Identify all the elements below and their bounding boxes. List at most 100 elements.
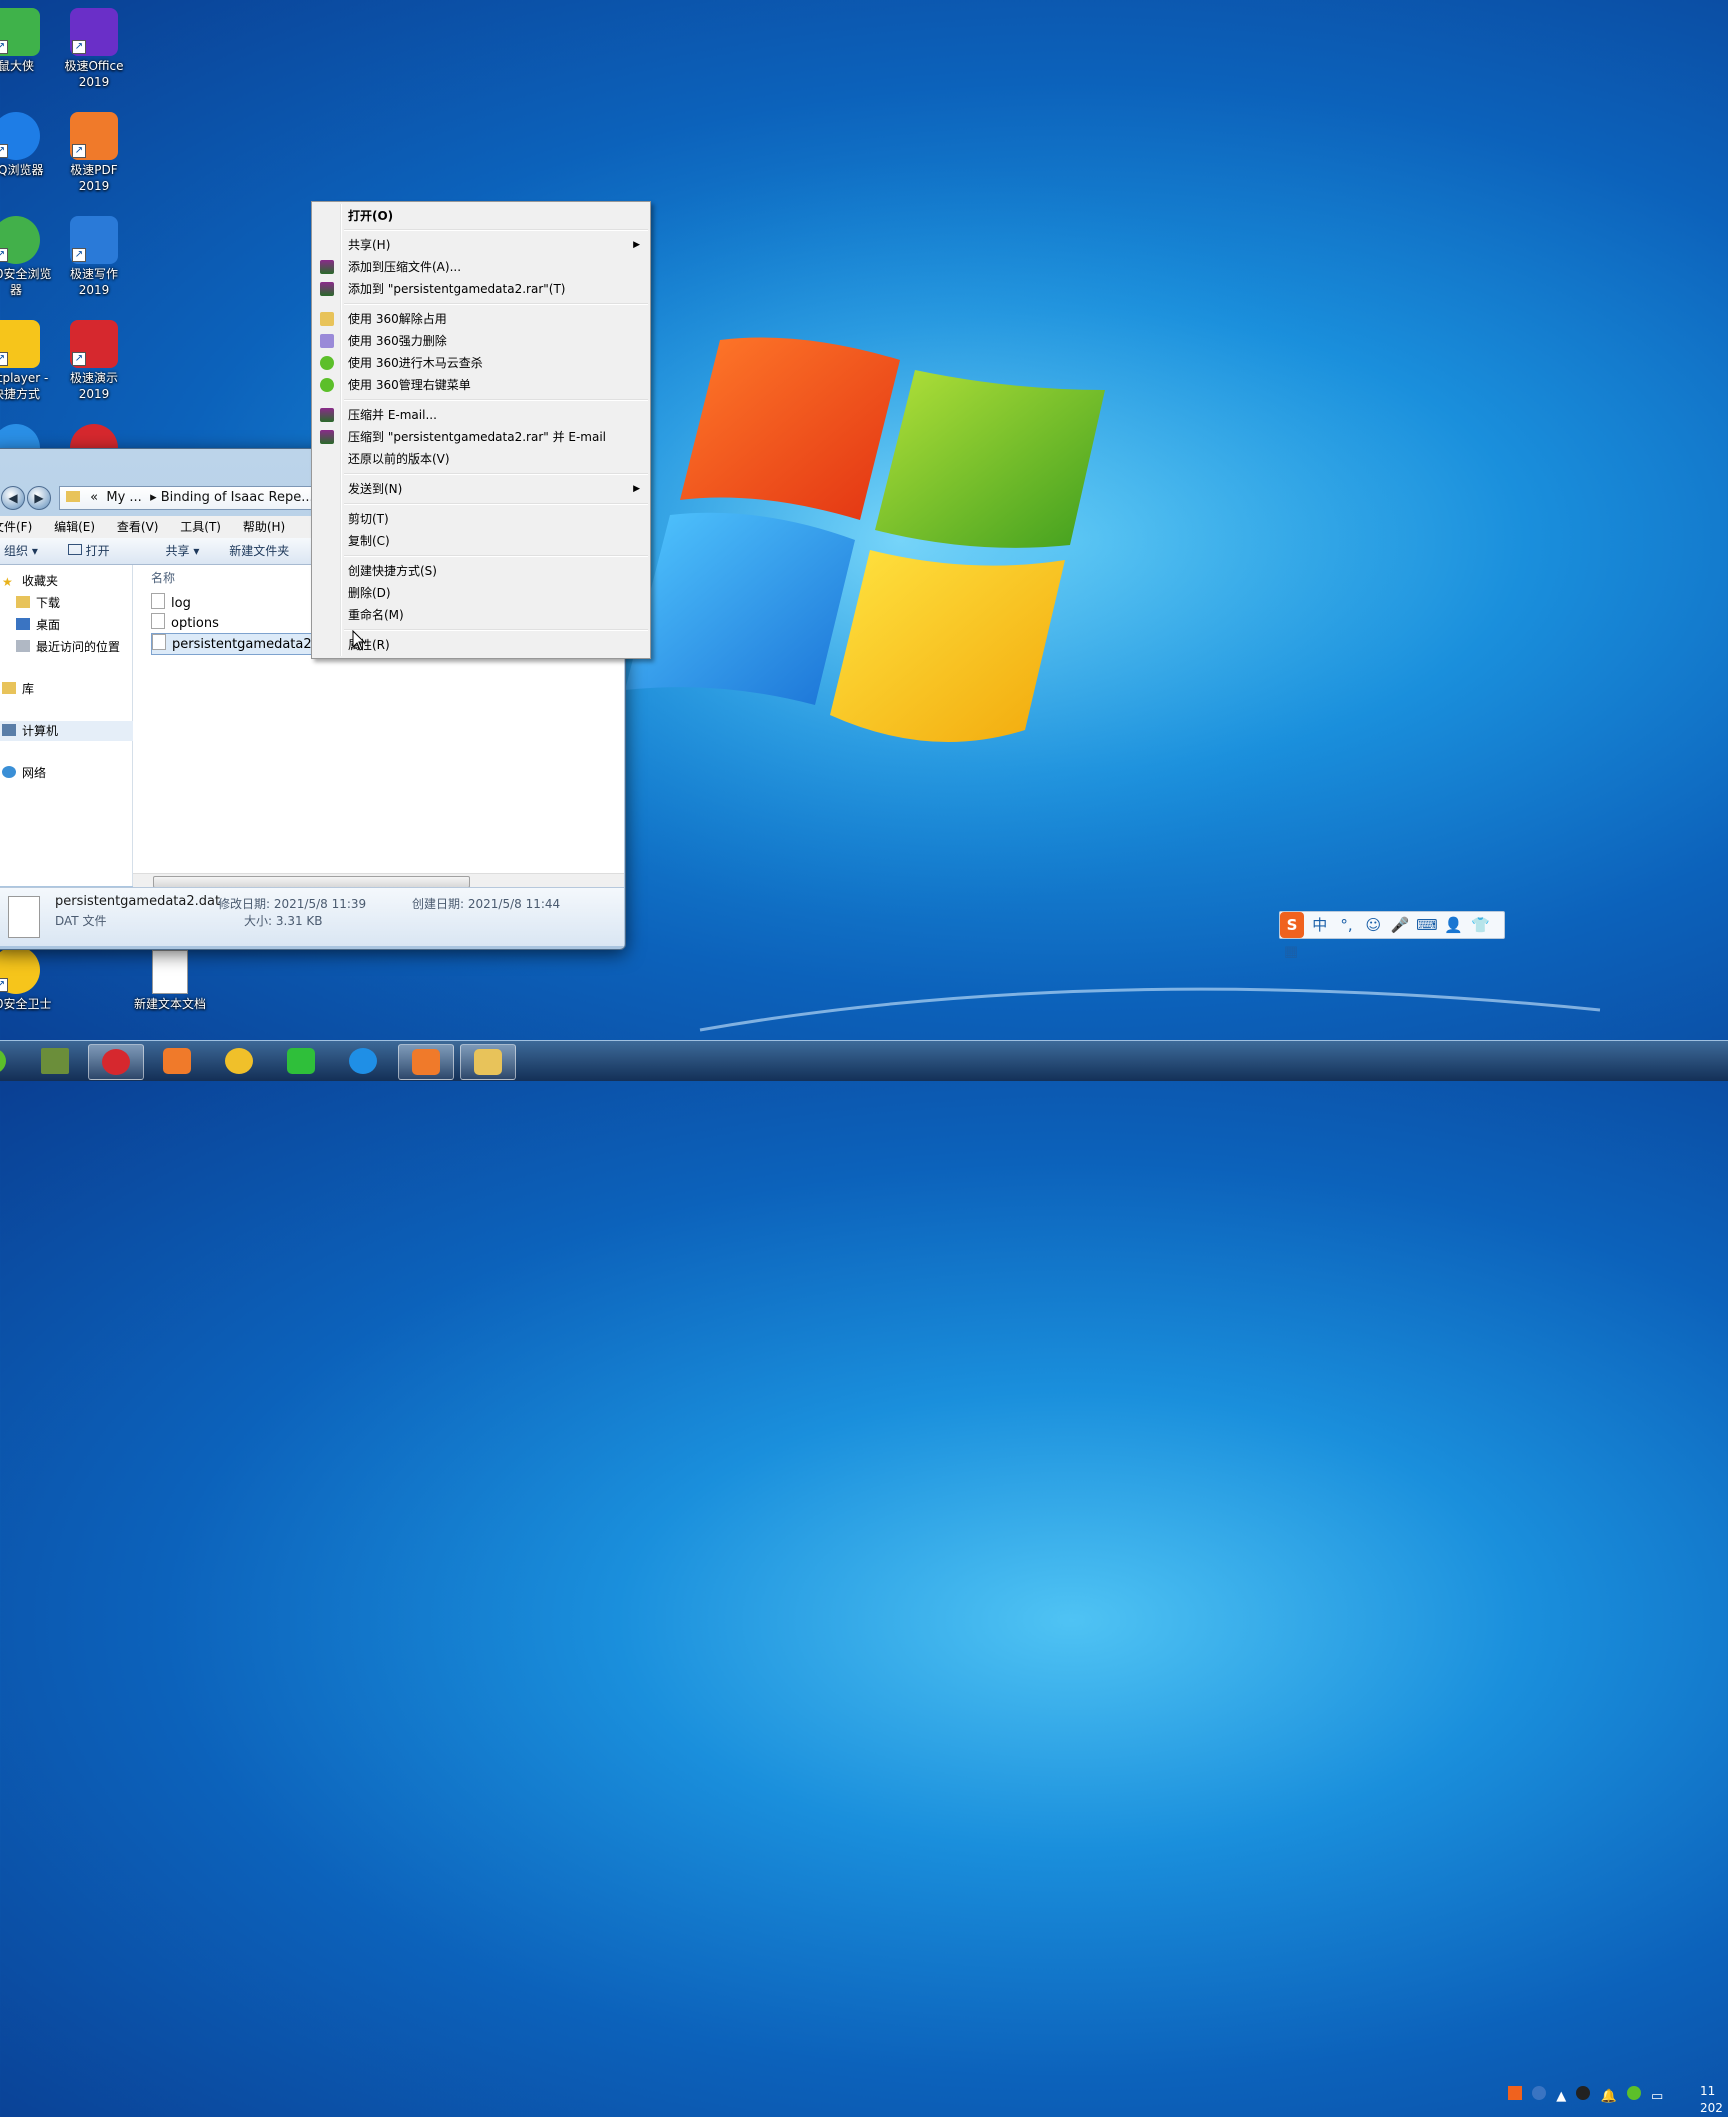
menu-separator	[344, 229, 648, 231]
iqiyi-icon	[287, 1048, 315, 1074]
details-size: 大小: 3.31 KB	[244, 914, 323, 928]
nav-computer[interactable]: 计算机	[0, 721, 136, 741]
sogou-logo-icon[interactable]: S	[1280, 912, 1304, 938]
menu-edit[interactable]: 编辑(E)	[54, 520, 95, 534]
menu-item-compress-email[interactable]: 压缩并 E-mail...	[314, 404, 648, 426]
file-row[interactable]: log	[151, 593, 191, 613]
office-icon: ↗	[70, 8, 118, 56]
file-row-selected[interactable]: persistentgamedata2.dat	[151, 633, 313, 655]
menu-item-360-force-delete[interactable]: 使用 360强力删除	[314, 330, 648, 352]
explorer-folder-icon	[474, 1049, 502, 1075]
ime-voice-icon[interactable]: 🎤	[1389, 912, 1411, 938]
network-tray-icon[interactable]: ▭	[1651, 2089, 1663, 2104]
360-scan-icon	[320, 356, 334, 370]
ime-user-icon[interactable]: 👤	[1443, 912, 1465, 938]
menu-item-send-to[interactable]: 发送到(N) ▶	[314, 478, 648, 500]
360-tray-icon[interactable]	[1626, 2086, 1641, 2100]
nav-favorites[interactable]: ★ 收藏夹	[2, 571, 58, 591]
menu-file[interactable]: 文件(F)	[0, 520, 32, 534]
menu-item-360-manage-menu[interactable]: 使用 360管理右键菜单	[314, 374, 648, 396]
menu-item-open[interactable]: 打开(O)	[314, 205, 648, 227]
ime-punctuation-toggle[interactable]: °,	[1336, 912, 1358, 938]
back-button[interactable]: ◀	[1, 486, 25, 510]
file-row[interactable]: options	[151, 613, 219, 633]
menu-item-delete[interactable]: 删除(D)	[314, 582, 648, 604]
organize-button[interactable]: 组织 ▾	[4, 544, 38, 558]
ime-toolbar: S 中 °, ☺ 🎤 ⌨ 👤 👕 ▦	[1279, 911, 1505, 960]
mouse-hero-icon: ↗	[0, 8, 40, 56]
ime-toolbox-icon[interactable]: ▦	[1280, 938, 1302, 964]
settings-file-icon	[151, 613, 165, 629]
desktop-icon-office[interactable]: ↗ 极速Office 2019	[56, 8, 132, 90]
menu-view[interactable]: 查看(V)	[117, 520, 159, 534]
menu-help[interactable]: 帮助(H)	[243, 520, 285, 534]
360-browser-icon: ↗	[0, 216, 40, 264]
menu-item-add-rar[interactable]: 添加到 "persistentgamedata2.rar"(T)	[314, 278, 648, 300]
details-modified: 修改日期: 2021/5/8 11:39	[218, 897, 367, 911]
menu-item-share[interactable]: 共享(H) ▶	[314, 234, 648, 256]
menu-item-rename[interactable]: 重命名(M)	[314, 604, 648, 626]
nav-desktop[interactable]: 桌面	[16, 615, 60, 635]
file-icon	[151, 593, 165, 609]
menu-item-add-archive[interactable]: 添加到压缩文件(A)...	[314, 256, 648, 278]
desktop-icon-potplayer[interactable]: ↗ Potplayer - 快捷方式	[0, 320, 54, 402]
desktop-icon-mouse-hero[interactable]: ↗ 鼠大侠	[0, 8, 54, 74]
taskbar-kugou[interactable]	[336, 1044, 390, 1078]
system-tray: ▲ 🔔 ▭	[1508, 2086, 1663, 2104]
details-created: 创建日期: 2021/5/8 11:44	[412, 897, 561, 911]
desktop-icon-presentation[interactable]: ↗ 极速演示 2019	[56, 320, 132, 402]
arrow-tray-icon[interactable]: ▲	[1556, 2089, 1566, 2104]
taskbar-iqiyi[interactable]	[274, 1044, 328, 1078]
taskbar-minecraft[interactable]	[28, 1044, 82, 1078]
menu-item-create-shortcut[interactable]: 创建快捷方式(S)	[314, 560, 648, 582]
forward-button[interactable]: ▶	[27, 486, 51, 510]
potplayer-icon: ↗	[0, 320, 40, 368]
taskbar-explorer[interactable]	[460, 1044, 516, 1080]
desktop-folder-icon	[16, 618, 30, 630]
nav-downloads[interactable]: 下载	[16, 593, 60, 613]
ime-keyboard-icon[interactable]: ⌨	[1416, 912, 1438, 938]
taskbar-presentation-2[interactable]	[398, 1044, 454, 1080]
qq-tray-icon[interactable]	[1576, 2086, 1591, 2100]
ime-skin-icon[interactable]: 👕	[1469, 912, 1491, 938]
pdf-icon: ↗	[70, 112, 118, 160]
nav-libraries[interactable]: 库	[2, 679, 34, 699]
presentation-icon	[412, 1049, 440, 1075]
writer-icon: ↗	[70, 216, 118, 264]
ime-lang-toggle[interactable]: 中	[1309, 912, 1331, 938]
menu-item-cut[interactable]: 剪切(T)	[314, 508, 648, 530]
open-button[interactable]: 打开	[67, 544, 136, 558]
menu-tools[interactable]: 工具(T)	[180, 520, 221, 534]
share-button[interactable]: 共享 ▾	[166, 544, 200, 558]
bell-tray-icon[interactable]: 🔔	[1601, 2089, 1617, 2104]
new-folder-button[interactable]: 新建文件夹	[229, 544, 289, 558]
taskbar-game[interactable]	[212, 1044, 266, 1078]
menu-item-compress-rar-email[interactable]: 压缩到 "persistentgamedata2.rar" 并 E-mail	[314, 426, 648, 448]
column-header-name[interactable]: 名称	[151, 569, 175, 586]
desktop-icon-360-browser[interactable]: ↗ 360安全浏览器	[0, 216, 54, 298]
taskbar-netease-music[interactable]	[88, 1044, 144, 1080]
desktop-icon-new-text-doc[interactable]: 新建文本文档	[132, 950, 208, 1012]
ime-emoji-icon[interactable]: ☺	[1362, 912, 1384, 938]
library-icon	[2, 682, 16, 694]
nav-recent-places[interactable]: 最近访问的位置	[16, 637, 120, 657]
taskbar-presentation[interactable]	[150, 1044, 204, 1078]
menu-item-360-unlock[interactable]: 使用 360解除占用	[314, 308, 648, 330]
nav-network[interactable]: 网络	[2, 763, 46, 783]
menu-item-restore-versions[interactable]: 还原以前的版本(V)	[314, 448, 648, 470]
desktop-icon-writer[interactable]: ↗ 极速写作 2019	[56, 216, 132, 298]
desktop-icon-360-safe[interactable]: ↗ 360安全卫士	[0, 946, 54, 1012]
360-shredder-icon	[320, 334, 334, 348]
desktop-icon-pdf[interactable]: ↗ 极速PDF 2019	[56, 112, 132, 194]
desktop-icon-qq-browser[interactable]: ↗ QQ浏览器	[0, 112, 54, 178]
start-button[interactable]	[0, 1044, 14, 1078]
folder-icon	[66, 491, 80, 502]
help-tray-icon[interactable]	[1532, 2086, 1547, 2100]
menu-item-360-scan[interactable]: 使用 360进行木马云查杀	[314, 352, 648, 374]
sogou-tray-icon[interactable]	[1508, 2086, 1522, 2100]
taskbar-clock[interactable]: 11 202	[1700, 2083, 1723, 2117]
menu-item-copy[interactable]: 复制(C)	[314, 530, 648, 552]
horizontal-scrollbar[interactable]	[133, 873, 624, 888]
netease-music-icon	[102, 1049, 130, 1075]
address-input[interactable]: « My ... ▸ Binding of Isaac Repe...	[59, 486, 316, 510]
